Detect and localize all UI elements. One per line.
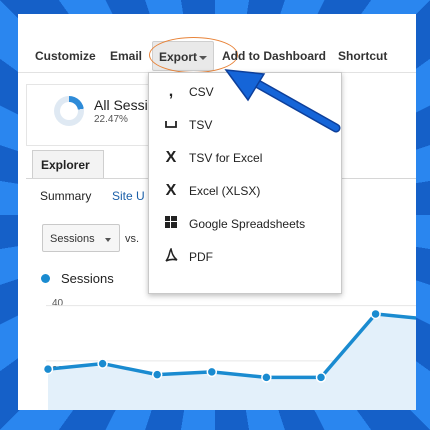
analytics-panel: Customize Email Export Add to Dashboard … <box>18 14 416 410</box>
report-toolbar: Customize Email Export Add to Dashboard … <box>18 14 416 73</box>
data-point[interactable] <box>42 363 54 375</box>
shortcut-button[interactable]: Shortcut <box>338 49 387 63</box>
menu-item-xlsx[interactable]: X Excel (XLSX) <box>149 176 341 206</box>
legend-dot-icon <box>41 274 50 283</box>
excel-x-icon: X <box>165 149 177 166</box>
data-point[interactable] <box>261 372 272 383</box>
menu-item-label: TSV <box>189 118 213 132</box>
menu-item-label: Google Spreadsheets <box>189 217 306 231</box>
pointer-arrow-icon <box>224 69 341 133</box>
add-to-dashboard-button[interactable]: Add to Dashboard <box>222 49 326 63</box>
tsv-icon <box>163 116 179 134</box>
summary-card <box>26 84 158 146</box>
data-point[interactable] <box>315 372 327 383</box>
subtab-site-usage[interactable]: Site U <box>112 189 145 203</box>
excel-x-icon: X <box>165 182 177 199</box>
sessions-donut-icon <box>54 96 84 126</box>
menu-item-google-spreadsheets[interactable]: Google Spreadsheets <box>149 209 341 239</box>
menu-item-tsv-excel[interactable]: X TSV for Excel <box>149 143 341 173</box>
menu-item-label: CSV <box>189 85 214 99</box>
pdf-icon <box>163 247 179 266</box>
menu-item-label: PDF <box>189 250 213 264</box>
email-button[interactable]: Email <box>110 49 142 63</box>
spreadsheets-grid-icon <box>163 215 179 233</box>
customize-button[interactable]: Customize <box>35 49 96 63</box>
data-point[interactable] <box>206 366 218 378</box>
data-point[interactable] <box>151 369 163 380</box>
data-point[interactable] <box>370 308 381 320</box>
summary-percent: 22.47% <box>94 114 128 125</box>
metric-select-value: Sessions <box>50 233 95 245</box>
menu-item-label: Excel (XLSX) <box>189 184 261 198</box>
chevron-down-icon <box>105 238 111 242</box>
tab-explorer-label: Explorer <box>41 158 90 172</box>
menu-item-pdf[interactable]: PDF <box>149 242 341 272</box>
data-point[interactable] <box>97 358 108 369</box>
legend-label: Sessions <box>61 271 114 286</box>
subtab-summary[interactable]: Summary <box>40 189 91 203</box>
vs-label: vs. <box>125 233 140 245</box>
menu-item-label: TSV for Excel <box>189 151 263 165</box>
tab-explorer[interactable]: Explorer <box>32 150 104 178</box>
sessions-chart <box>42 305 416 410</box>
comma-icon: , <box>168 83 174 100</box>
summary-title: All Sessi <box>94 97 148 113</box>
metric-select[interactable]: Sessions <box>42 224 120 252</box>
